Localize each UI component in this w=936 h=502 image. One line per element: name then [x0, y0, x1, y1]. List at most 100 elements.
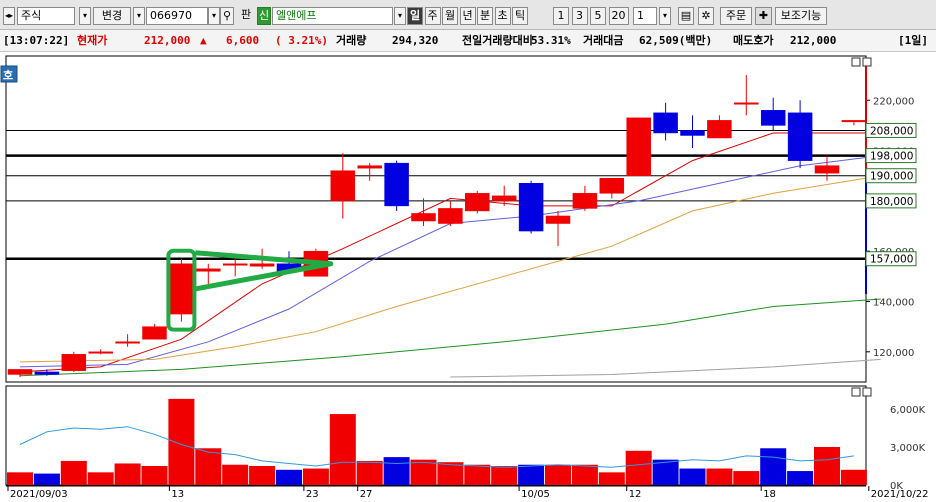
- candle[interactable]: [760, 110, 786, 126]
- candle[interactable]: [707, 120, 732, 139]
- aux-function-button[interactable]: 보조기능: [775, 7, 827, 25]
- candle[interactable]: [680, 130, 705, 136]
- candle[interactable]: [787, 112, 813, 161]
- gear-icon[interactable]: ✲: [698, 7, 714, 25]
- stock-code-input[interactable]: 066970: [146, 7, 208, 25]
- volume-bar[interactable]: [114, 463, 141, 485]
- candle[interactable]: [249, 263, 275, 267]
- change-button[interactable]: 변경: [93, 7, 131, 25]
- name-dropdown-icon[interactable]: ▾: [394, 7, 406, 25]
- volume-bar[interactable]: [787, 471, 814, 485]
- candle[interactable]: [491, 195, 517, 202]
- volume-bar[interactable]: [7, 472, 33, 485]
- candle[interactable]: [545, 215, 571, 224]
- candle[interactable]: [572, 193, 598, 209]
- stock-chart[interactable]: 220,000200,000180,000160,000140,000120,0…: [0, 52, 936, 500]
- period-button-1[interactable]: 주: [424, 7, 441, 25]
- interval-button-1[interactable]: 3: [571, 7, 588, 25]
- interval-button-2[interactable]: 5: [590, 7, 606, 25]
- volume-bar[interactable]: [302, 468, 329, 485]
- stock-code-value: 066970: [150, 9, 192, 22]
- volume-label: 거래량: [336, 34, 367, 47]
- count-input[interactable]: 1: [633, 7, 657, 25]
- candle[interactable]: [115, 341, 140, 344]
- volume-bar[interactable]: [87, 472, 114, 485]
- candle[interactable]: [626, 117, 651, 176]
- panel-maximize-icon[interactable]: [851, 387, 861, 397]
- candle[interactable]: [599, 177, 625, 194]
- count-dropdown-icon[interactable]: ▾: [659, 7, 671, 25]
- prev-next-icon[interactable]: ◂▸: [3, 7, 15, 25]
- quote-side-button-label: 호: [3, 68, 13, 82]
- volume-bar[interactable]: [356, 460, 383, 485]
- candle[interactable]: [384, 162, 409, 207]
- period-button-2[interactable]: 월: [442, 7, 458, 25]
- quote-time: [13:07:22]: [3, 34, 70, 47]
- candle[interactable]: [734, 102, 759, 105]
- volume-bar[interactable]: [625, 450, 652, 485]
- market-select[interactable]: 주식: [17, 7, 75, 25]
- price-axis-label: 220,000: [873, 96, 914, 107]
- interval-button-3[interactable]: 20: [608, 7, 629, 25]
- candle[interactable]: [169, 263, 194, 315]
- volume-bar[interactable]: [33, 473, 60, 485]
- period-button-4[interactable]: 분: [477, 7, 493, 25]
- volume-bar[interactable]: [222, 464, 249, 485]
- period-button-3[interactable]: 년: [459, 7, 476, 25]
- candle[interactable]: [7, 369, 33, 375]
- volume-bar[interactable]: [679, 468, 706, 485]
- chart-area[interactable]: 220,000200,000180,000160,000140,000120,0…: [0, 52, 936, 500]
- volume-bar[interactable]: [706, 468, 733, 485]
- volume-bar[interactable]: [491, 466, 518, 485]
- candle[interactable]: [841, 120, 867, 123]
- code-list-dropdown-icon[interactable]: ▾: [208, 7, 220, 25]
- candle[interactable]: [222, 263, 248, 266]
- volume-bar[interactable]: [276, 469, 302, 485]
- period-button-5[interactable]: 초: [494, 7, 511, 25]
- crosshair-icon[interactable]: ✚: [755, 7, 772, 25]
- volume-bar[interactable]: [840, 469, 867, 485]
- volume-bar[interactable]: [329, 414, 356, 485]
- interval-button-0[interactable]: 1: [553, 7, 569, 25]
- candle[interactable]: [465, 193, 490, 212]
- candle[interactable]: [411, 213, 436, 222]
- save-icon[interactable]: ▤: [678, 7, 694, 25]
- volume-bar[interactable]: [571, 464, 598, 485]
- market-dropdown-icon[interactable]: ▾: [79, 7, 91, 25]
- candle[interactable]: [142, 326, 167, 340]
- candle[interactable]: [330, 170, 356, 202]
- period-button-6[interactable]: 틱: [512, 7, 528, 25]
- volume-bar[interactable]: [60, 460, 87, 485]
- panel-maximize-icon[interactable]: [851, 57, 861, 67]
- candle[interactable]: [438, 208, 463, 224]
- order-button[interactable]: 주문: [720, 7, 752, 25]
- candle[interactable]: [653, 112, 678, 134]
- volume-bar[interactable]: [383, 457, 410, 485]
- candle[interactable]: [34, 371, 60, 375]
- volume-bar[interactable]: [598, 472, 625, 485]
- volume-bar[interactable]: [545, 464, 571, 485]
- candle[interactable]: [357, 165, 382, 169]
- volume-value: 294,320: [392, 34, 439, 47]
- candle[interactable]: [814, 165, 840, 174]
- candle[interactable]: [196, 268, 221, 272]
- candle[interactable]: [61, 354, 87, 371]
- volume-bar[interactable]: [733, 471, 760, 485]
- volume-bar[interactable]: [814, 447, 840, 485]
- count-value: 1: [637, 9, 644, 22]
- candle[interactable]: [88, 351, 113, 354]
- code-dropdown-icon[interactable]: ▾: [133, 7, 145, 25]
- panel-close-icon[interactable]: [862, 57, 872, 67]
- volume-bar[interactable]: [249, 466, 276, 485]
- panel-close-icon[interactable]: [862, 387, 872, 397]
- volume-bar[interactable]: [195, 448, 222, 485]
- trade-amount: 62,509(백만): [639, 34, 713, 47]
- search-icon[interactable]: ⚲: [220, 7, 234, 25]
- volume-bar[interactable]: [760, 448, 787, 485]
- candle[interactable]: [518, 183, 544, 232]
- volume-bar[interactable]: [141, 466, 168, 485]
- volume-bar[interactable]: [168, 398, 195, 485]
- volume-bar[interactable]: [464, 464, 491, 485]
- volume-bar[interactable]: [518, 464, 545, 485]
- period-button-0[interactable]: 일: [407, 7, 423, 25]
